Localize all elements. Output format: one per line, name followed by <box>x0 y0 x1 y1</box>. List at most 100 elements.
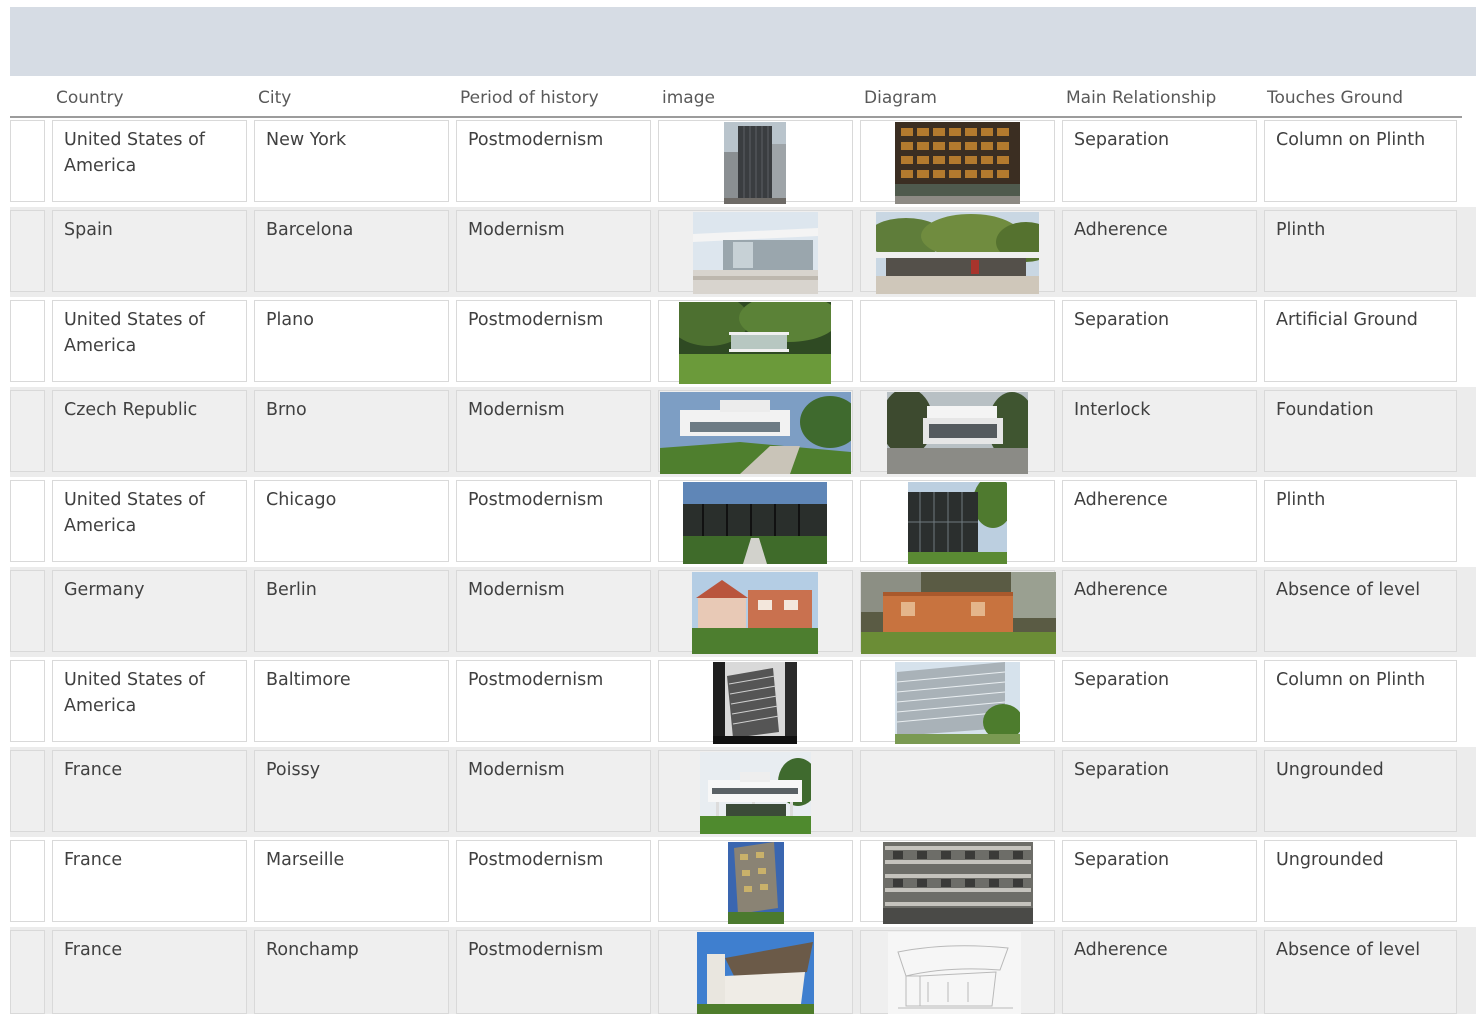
ground-cell: Absence of level <box>1264 930 1457 1014</box>
period-cell: Postmodernism <box>456 930 651 1014</box>
period-text: Modernism <box>468 400 565 420</box>
country-cell: Spain <box>52 210 247 292</box>
diagram-cell <box>860 660 1055 744</box>
period-cell: Postmodernism <box>456 840 651 922</box>
period-cell: Postmodernism <box>456 120 651 202</box>
country-cell: Germany <box>52 570 247 652</box>
diagram-cell <box>860 480 1055 564</box>
country-text: United States of America <box>64 310 205 356</box>
relationship-cell: Separation <box>1062 750 1257 832</box>
image-cell <box>658 390 853 474</box>
city-text: Poissy <box>266 760 321 780</box>
brick-villa-photo <box>861 572 1056 654</box>
row-marker <box>10 840 45 922</box>
header-image: image <box>662 88 715 108</box>
country-cell: Czech Republic <box>52 390 247 472</box>
pavilion-photo <box>693 212 818 294</box>
city-cell: Brno <box>254 390 449 472</box>
relationship-cell: Adherence <box>1062 480 1257 562</box>
country-text: United States of America <box>64 670 205 716</box>
table-row: Spain Barcelona Modernism Adherence Plin… <box>10 207 1476 297</box>
ground-cell: Plinth <box>1264 480 1457 562</box>
city-cell: Plano <box>254 300 449 382</box>
table-row: United States of America Baltimore Postm… <box>10 657 1476 747</box>
country-cell: United States of America <box>52 300 247 382</box>
country-text: France <box>64 850 123 870</box>
period-text: Postmodernism <box>468 130 604 150</box>
period-cell: Postmodernism <box>456 480 651 562</box>
ground-text: Column on Plinth <box>1276 130 1426 150</box>
image-cell <box>658 210 853 294</box>
country-text: Spain <box>64 220 113 240</box>
country-cell: United States of America <box>52 120 247 202</box>
city-text: Marseille <box>266 850 345 870</box>
city-cell: Baltimore <box>254 660 449 742</box>
city-text: Barcelona <box>266 220 354 240</box>
period-cell: Postmodernism <box>456 660 651 742</box>
row-marker <box>10 480 45 562</box>
table-row: United States of America Plano Postmoder… <box>10 297 1476 387</box>
relationship-text: Interlock <box>1074 400 1151 420</box>
row-marker <box>10 750 45 832</box>
skyscraper-photo <box>724 122 786 204</box>
country-cell: France <box>52 930 247 1014</box>
diagram-cell <box>860 840 1055 924</box>
city-text: Ronchamp <box>266 940 359 960</box>
relationship-text: Adherence <box>1074 580 1168 600</box>
glass-house-photo <box>679 302 831 384</box>
ground-text: Artificial Ground <box>1276 310 1418 330</box>
header-ground: Touches Ground <box>1267 88 1404 108</box>
city-cell: Chicago <box>254 480 449 562</box>
table-row: France Marseille Postmodernism Separatio… <box>10 837 1476 927</box>
period-cell: Postmodernism <box>456 300 651 382</box>
country-cell: France <box>52 750 247 832</box>
relationship-cell: Separation <box>1062 840 1257 922</box>
bw-tower-photo <box>713 662 797 744</box>
country-text: United States of America <box>64 130 205 176</box>
relationship-cell: Separation <box>1062 300 1257 382</box>
table-row: France Poissy Modernism Separation Ungro… <box>10 747 1476 837</box>
table-row: Czech Republic Brno Modernism Interlock … <box>10 387 1476 477</box>
ground-text: Ungrounded <box>1276 850 1384 870</box>
image-cell <box>658 570 853 654</box>
period-text: Modernism <box>468 580 565 600</box>
row-marker <box>10 210 45 292</box>
city-cell: Barcelona <box>254 210 449 292</box>
chapel-sketch <box>888 932 1021 1014</box>
city-cell: Marseille <box>254 840 449 922</box>
country-text: France <box>64 760 123 780</box>
city-cell: Poissy <box>254 750 449 832</box>
diagram-cell <box>860 210 1055 294</box>
relationship-text: Separation <box>1074 130 1170 150</box>
villa-sketch-photo <box>887 392 1028 474</box>
ground-text: Foundation <box>1276 400 1374 420</box>
city-cell: Ronchamp <box>254 930 449 1014</box>
table-row: United States of America Chicago Postmod… <box>10 477 1476 567</box>
table-row: United States of America New York Postmo… <box>10 117 1476 207</box>
diagram-cell <box>860 570 1056 654</box>
country-cell: United States of America <box>52 660 247 742</box>
country-text: Czech Republic <box>64 400 198 420</box>
ground-cell: Plinth <box>1264 210 1457 292</box>
city-text: Brno <box>266 400 307 420</box>
period-text: Postmodernism <box>468 490 604 510</box>
country-cell: France <box>52 840 247 922</box>
relationship-cell: Adherence <box>1062 210 1257 292</box>
chapel-photo <box>697 932 814 1014</box>
period-cell: Modernism <box>456 210 651 292</box>
header-diagram: Diagram <box>864 88 937 108</box>
header-city: City <box>258 88 292 108</box>
row-marker <box>10 930 45 1014</box>
city-text: Chicago <box>266 490 337 510</box>
city-text: Plano <box>266 310 314 330</box>
ground-text: Plinth <box>1276 220 1326 240</box>
header-country: Country <box>56 88 124 108</box>
steel-hall-photo <box>683 482 827 564</box>
ground-cell: Ungrounded <box>1264 840 1457 922</box>
relationship-text: Separation <box>1074 310 1170 330</box>
image-cell <box>658 480 853 564</box>
image-cell <box>658 930 853 1014</box>
city-cell: New York <box>254 120 449 202</box>
diagram-cell <box>860 300 1055 382</box>
relationship-text: Adherence <box>1074 940 1168 960</box>
